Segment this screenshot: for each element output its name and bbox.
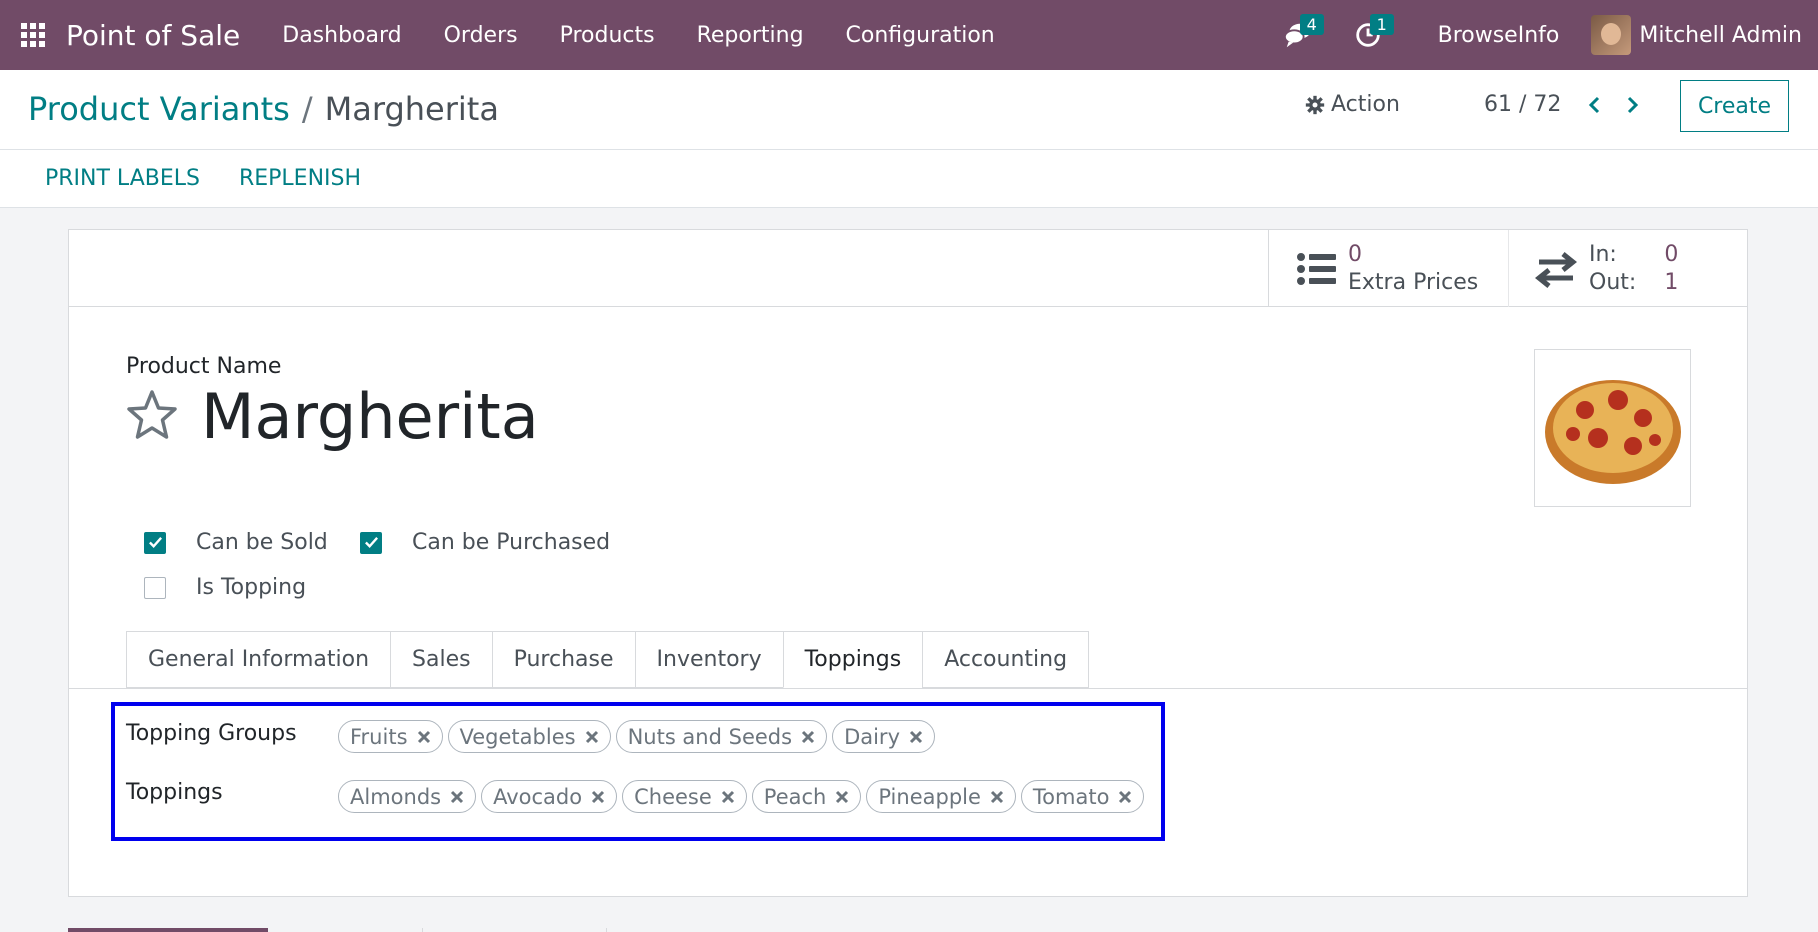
- remove-tag-icon[interactable]: [585, 730, 599, 744]
- messages-button[interactable]: 4: [1268, 0, 1328, 70]
- tab-toppings[interactable]: Toppings: [782, 631, 923, 688]
- menu-orders[interactable]: Orders: [444, 23, 518, 48]
- pager-value[interactable]: 61 / 72: [1484, 92, 1561, 117]
- tag-topping-group: Dairy: [832, 720, 935, 753]
- tab-accounting[interactable]: Accounting: [922, 631, 1090, 688]
- messages-badge: 4: [1299, 14, 1324, 35]
- toppings-label: Toppings: [126, 780, 223, 805]
- topping-groups-field[interactable]: Fruits Vegetables Nuts and Seeds Dairy: [338, 720, 940, 753]
- activities-button[interactable]: 1: [1338, 0, 1398, 70]
- product-image[interactable]: [1534, 349, 1691, 507]
- action-menu-button[interactable]: Action: [1305, 92, 1400, 117]
- tab-purchase[interactable]: Purchase: [491, 631, 635, 688]
- extra-prices-button[interactable]: 0 Extra Prices: [1269, 230, 1509, 307]
- app-name[interactable]: Point of Sale: [66, 19, 240, 52]
- apps-menu-icon[interactable]: [0, 0, 66, 70]
- remove-tag-icon[interactable]: [450, 790, 464, 804]
- breadcrumb: Product Variants / Margherita: [28, 90, 499, 128]
- out-value: 1: [1664, 269, 1679, 295]
- tab-sales[interactable]: Sales: [390, 631, 492, 688]
- can-be-sold-label[interactable]: Can be Sold: [196, 530, 328, 555]
- form-statusbar: PRINT LABELS REPLENISH: [0, 150, 1818, 208]
- pager-next-button[interactable]: [1617, 90, 1647, 120]
- list-icon: [1297, 252, 1336, 285]
- in-value: 0: [1664, 241, 1679, 267]
- is-topping-row: Is Topping: [144, 575, 306, 600]
- is-topping-checkbox[interactable]: [144, 576, 166, 599]
- company-switcher[interactable]: BrowseInfo: [1438, 23, 1560, 48]
- remove-tag-icon[interactable]: [417, 730, 431, 744]
- remove-tag-icon[interactable]: [835, 790, 849, 804]
- user-menu[interactable]: Mitchell Admin: [1591, 15, 1802, 55]
- create-button[interactable]: Create: [1680, 80, 1789, 132]
- activities-badge: 1: [1369, 14, 1394, 35]
- tag-topping: Peach: [751, 780, 862, 813]
- pager-previous-button[interactable]: [1580, 90, 1610, 120]
- pizza-image: [1544, 380, 1681, 484]
- action-label: Action: [1331, 92, 1400, 117]
- form-sheet: 0 Extra Prices In: 0 Out: 1 Product Name…: [68, 229, 1748, 897]
- breadcrumb-current: Margherita: [324, 90, 499, 128]
- tag-topping: Pineapple: [866, 780, 1016, 813]
- extra-prices-label: Extra Prices: [1348, 269, 1479, 295]
- in-out-button[interactable]: In: 0 Out: 1: [1509, 230, 1747, 307]
- print-labels-button[interactable]: PRINT LABELS: [45, 166, 200, 191]
- tab-inventory[interactable]: Inventory: [634, 631, 783, 688]
- tag-topping: Almonds: [338, 780, 477, 813]
- remove-tag-icon[interactable]: [801, 730, 815, 744]
- menu-configuration[interactable]: Configuration: [846, 23, 995, 48]
- remove-tag-icon[interactable]: [909, 730, 923, 744]
- out-label: Out:: [1589, 269, 1637, 295]
- tag-topping-group: Fruits: [338, 720, 443, 753]
- chevron-left-icon: [1588, 96, 1600, 114]
- control-panel: Product Variants / Margherita Action 61 …: [0, 70, 1818, 150]
- is-topping-label[interactable]: Is Topping: [196, 575, 306, 600]
- can-be-purchased-label[interactable]: Can be Purchased: [412, 530, 610, 555]
- avatar: [1591, 15, 1632, 55]
- remove-tag-icon[interactable]: [1118, 790, 1132, 804]
- can-be-sold-checkbox[interactable]: [144, 531, 166, 554]
- star-icon[interactable]: [124, 388, 180, 444]
- checkmark-icon: [364, 537, 378, 548]
- tag-topping: Tomato: [1020, 780, 1145, 813]
- breadcrumb-product-variants[interactable]: Product Variants: [28, 90, 290, 128]
- breadcrumb-separator: /: [301, 90, 313, 128]
- remove-tag-icon[interactable]: [721, 790, 735, 804]
- toppings-field[interactable]: Almonds Avocado Cheese Peach Pineapple T…: [338, 780, 1149, 813]
- menu-reporting[interactable]: Reporting: [697, 23, 804, 48]
- tag-topping: Avocado: [481, 780, 618, 813]
- remove-tag-icon[interactable]: [591, 790, 605, 804]
- bottom-chatter-tabs: [68, 928, 608, 932]
- can-be-purchased-checkbox[interactable]: [360, 531, 382, 554]
- gear-icon: [1305, 95, 1325, 114]
- chevron-right-icon: [1627, 96, 1639, 114]
- extra-prices-value: 0: [1348, 241, 1362, 267]
- product-name-label: Product Name: [126, 354, 282, 379]
- product-name-field[interactable]: Margherita: [201, 380, 539, 453]
- menu-dashboard[interactable]: Dashboard: [282, 23, 401, 48]
- checkmark-icon: [148, 537, 162, 548]
- remove-tag-icon[interactable]: [990, 790, 1004, 804]
- tag-topping-group: Vegetables: [447, 720, 611, 753]
- tag-topping: Cheese: [622, 780, 747, 813]
- can-be-sold-row: Can be Sold: [144, 530, 328, 555]
- smart-button-box: 0 Extra Prices In: 0 Out: 1: [69, 230, 1747, 307]
- tab-general-information[interactable]: General Information: [126, 631, 391, 688]
- notebook-tabs: General Information Sales Purchase Inven…: [126, 631, 1090, 688]
- menu-products[interactable]: Products: [560, 23, 655, 48]
- tag-topping-group: Nuts and Seeds: [615, 720, 828, 753]
- can-be-purchased-row: Can be Purchased: [360, 530, 610, 555]
- replenish-button[interactable]: REPLENISH: [239, 166, 361, 191]
- user-name: Mitchell Admin: [1639, 22, 1802, 48]
- in-label: In:: [1589, 241, 1617, 267]
- topping-groups-label: Topping Groups: [126, 721, 297, 746]
- top-navbar: Point of Sale Dashboard Orders Products …: [0, 0, 1818, 70]
- exchange-arrows-icon: [1535, 251, 1577, 288]
